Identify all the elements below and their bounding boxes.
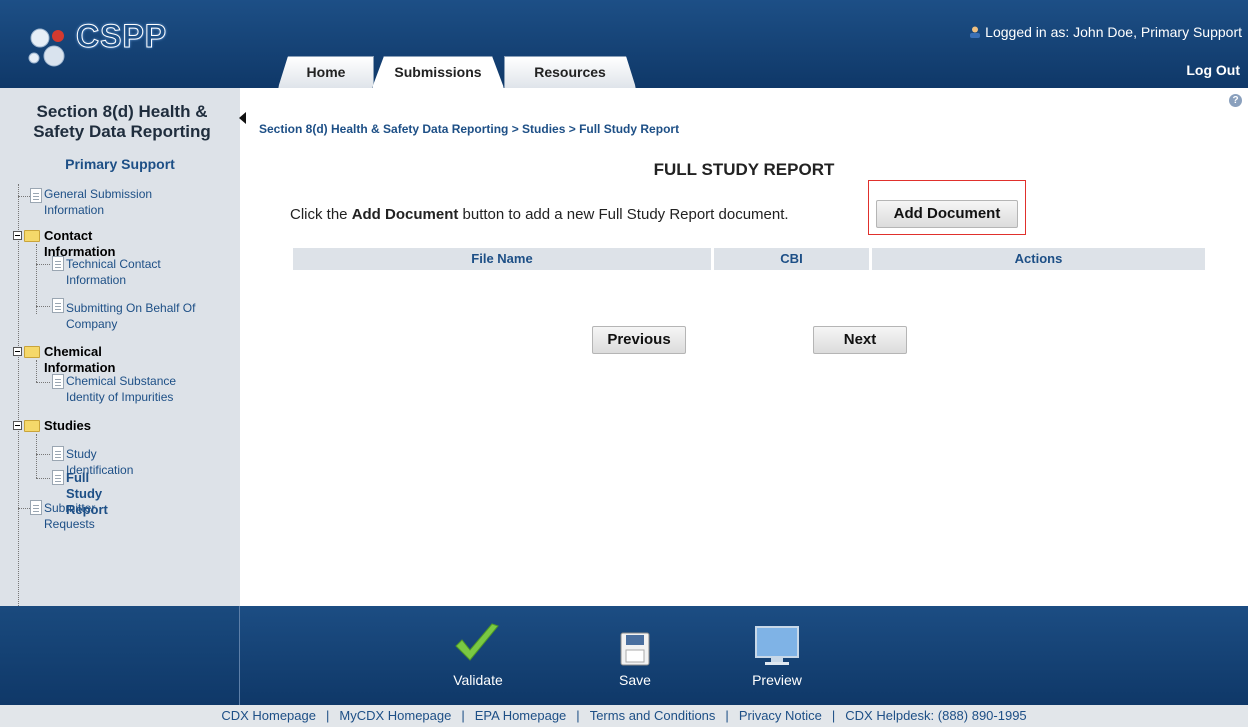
tree-connector: [18, 196, 30, 197]
document-icon: [52, 298, 64, 313]
tree-connector: [36, 264, 50, 265]
collapse-toggle[interactable]: [13, 231, 22, 240]
document-icon: [52, 470, 64, 485]
floppy-disk-icon: [620, 632, 650, 666]
folder-icon: [24, 346, 40, 358]
validate-label: Validate: [453, 672, 503, 688]
column-header-cbi[interactable]: CBI: [714, 248, 869, 270]
sidebar-folder-chemical[interactable]: Chemical Information: [44, 344, 116, 376]
logged-in-status: Logged in as: John Doe, Primary Support: [969, 24, 1242, 40]
tree-connector: [36, 382, 50, 383]
footer-toolbar: Validate Save Preview: [0, 606, 1248, 705]
checkmark-icon: [455, 623, 499, 661]
link-privacy-notice[interactable]: Privacy Notice: [739, 708, 822, 723]
link-cdx-helpdesk[interactable]: CDX Helpdesk: (888) 890-1995: [845, 708, 1026, 723]
sidebar-item-submitter-requests[interactable]: Submitter Requests: [44, 500, 95, 532]
logout-link[interactable]: Log Out: [1186, 62, 1240, 78]
brand-name: CSPP: [75, 18, 168, 55]
sidebar-item-chemical-substance[interactable]: Chemical Substance Identity of Impuritie…: [66, 373, 216, 405]
collapse-toggle[interactable]: [13, 421, 22, 430]
preview-label: Preview: [752, 672, 802, 688]
sidebar-item-technical-contact[interactable]: Technical Contact Information: [66, 256, 206, 288]
page-title: FULL STUDY REPORT: [653, 160, 835, 179]
user-icon: [970, 26, 981, 38]
link-cdx-homepage[interactable]: CDX Homepage: [221, 708, 316, 723]
instruction-text: Click the Add Document button to add a n…: [290, 206, 789, 223]
next-button[interactable]: Next: [813, 326, 907, 354]
sidebar-title: Section 8(d) Health & Safety Data Report…: [33, 102, 211, 141]
tree-connector: [36, 306, 50, 307]
add-document-button[interactable]: Add Document: [876, 200, 1018, 228]
app-header: CSPP Logged in as: John Doe, Primary Sup…: [0, 0, 1248, 88]
sidebar: Section 8(d) Health & Safety Data Report…: [0, 88, 240, 606]
document-icon: [52, 446, 64, 461]
save-label: Save: [619, 672, 651, 688]
sidebar-item-general-submission[interactable]: General Submission Information: [44, 186, 204, 218]
documents-table: File Name CBI Actions: [293, 248, 1205, 270]
column-header-actions: Actions: [872, 248, 1205, 270]
document-icon: [30, 500, 42, 515]
link-mycdx-homepage[interactable]: MyCDX Homepage: [339, 708, 451, 723]
link-terms-and-conditions[interactable]: Terms and Conditions: [590, 708, 716, 723]
collapse-toggle[interactable]: [13, 347, 22, 356]
logged-in-label: Logged in as:: [985, 24, 1070, 40]
logged-in-user: John Doe, Primary Support: [1073, 24, 1242, 40]
tree-connector: [36, 478, 50, 479]
tree-connector: [18, 508, 30, 509]
tree-connector: [36, 454, 50, 455]
document-icon: [52, 256, 64, 271]
sidebar-role: Primary Support: [65, 156, 175, 172]
tree-line: [36, 360, 37, 382]
tab-resources[interactable]: Resources: [504, 56, 636, 88]
instruction-bold: Add Document: [351, 206, 459, 223]
previous-button[interactable]: Previous: [592, 326, 686, 354]
monitor-icon: [755, 626, 799, 665]
breadcrumb: Section 8(d) Health & Safety Data Report…: [259, 122, 680, 136]
link-epa-homepage[interactable]: EPA Homepage: [475, 708, 567, 723]
instruction-post: button to add a new Full Study Report do…: [458, 206, 789, 223]
help-icon[interactable]: ?: [1229, 94, 1242, 107]
molecule-icon: [28, 28, 65, 67]
column-header-file-name[interactable]: File Name: [293, 248, 711, 270]
bottom-links: CDX Homepage | MyCDX Homepage | EPA Homepage…: [0, 705, 1248, 727]
sidebar-folder-studies[interactable]: Studies: [44, 418, 91, 434]
tree-line: [18, 184, 19, 606]
tree-line: [36, 434, 37, 478]
folder-icon: [24, 230, 40, 242]
collapse-sidebar-icon[interactable]: [239, 112, 246, 124]
folder-icon: [24, 420, 40, 432]
tab-submissions[interactable]: Submissions: [372, 56, 504, 88]
footer-left-panel: [0, 606, 240, 705]
tree-line: [36, 244, 37, 314]
tab-home[interactable]: Home: [278, 56, 374, 88]
sidebar-item-submitting-on-behalf[interactable]: Submitting On Behalf Of Company: [66, 300, 216, 332]
instruction-pre: Click the: [290, 206, 352, 223]
document-icon: [52, 374, 64, 389]
cspp-logo[interactable]: CSPP: [24, 10, 194, 74]
document-icon: [30, 188, 42, 203]
